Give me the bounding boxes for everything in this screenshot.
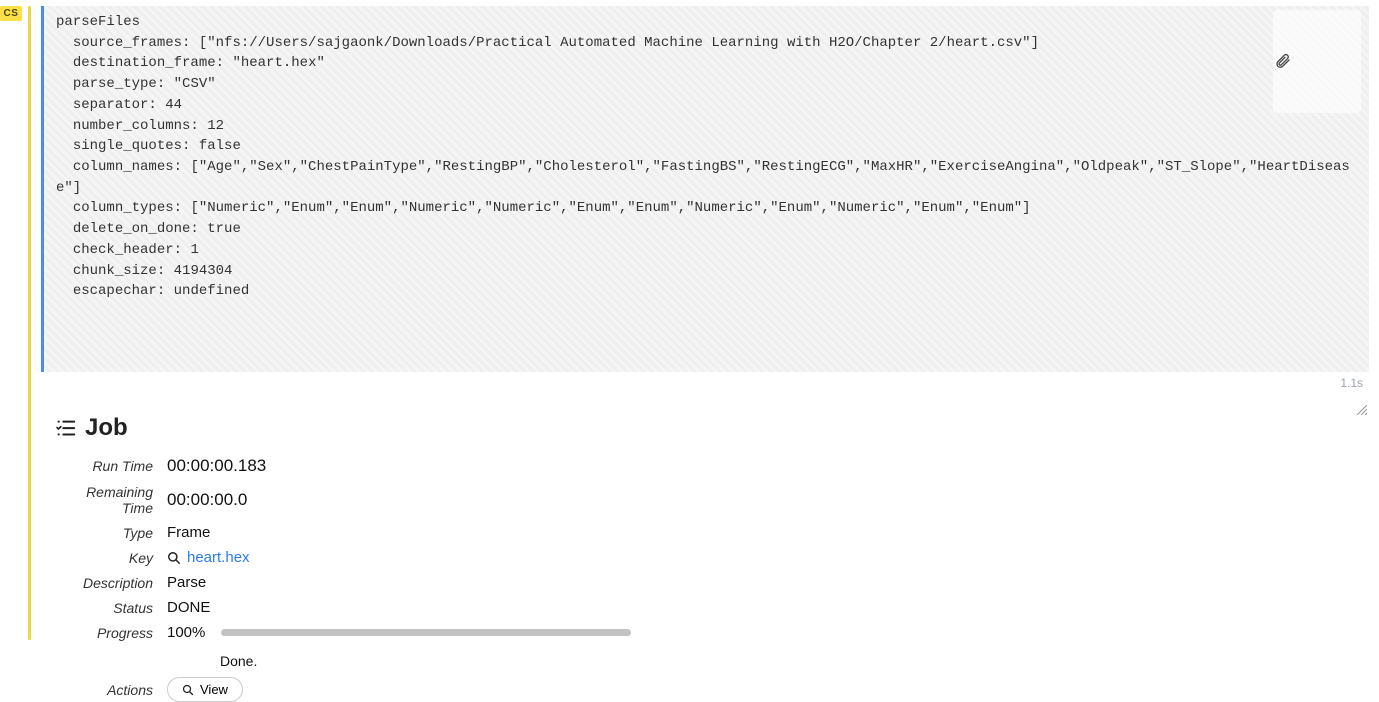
- cell-timing: 1.1s: [41, 376, 1369, 390]
- progress-bar: [221, 629, 631, 636]
- label-remaining-time: Remaining Time: [55, 484, 153, 516]
- cell-tag-column: CS: [0, 6, 22, 640]
- progress-bar-fill: [221, 629, 631, 636]
- value-actions: View: [167, 677, 1369, 702]
- value-progress-msg: Done.: [167, 649, 1369, 669]
- code-cell-wrap: parseFiles source_frames: ["nfs://Users/…: [41, 6, 1369, 372]
- value-description: Parse: [167, 574, 1369, 591]
- code-escapechar: undefined: [174, 283, 250, 299]
- page: CS parseFiles source_frames: ["nfs://Use…: [0, 0, 1379, 640]
- label-key: Key: [55, 550, 153, 566]
- value-status: DONE: [167, 599, 1369, 616]
- label-status: Status: [55, 600, 153, 616]
- code-delete-on-done: true: [207, 221, 241, 237]
- label-actions: Actions: [55, 682, 153, 698]
- code-source-frames: ["nfs://Users/sajgaonk/Downloads/Practic…: [199, 35, 1039, 51]
- value-run-time: 00:00:00.183: [167, 456, 1369, 476]
- code-fn: parseFiles: [56, 14, 140, 30]
- code-chunk-size: 4194304: [174, 263, 233, 279]
- job-section: Job Run Time 00:00:00.183 Remaining Time…: [41, 414, 1369, 702]
- job-kv-grid: Run Time 00:00:00.183 Remaining Time 00:…: [55, 456, 1369, 702]
- code-cell[interactable]: parseFiles source_frames: ["nfs://Users/…: [44, 6, 1369, 372]
- resize-handle-icon[interactable]: [1357, 360, 1367, 370]
- code-parse-type: "CSV": [174, 76, 216, 92]
- label-run-time: Run Time: [55, 458, 153, 474]
- code-column-types: ["Numeric","Enum","Enum","Numeric","Nume…: [190, 200, 1030, 216]
- key-link[interactable]: heart.hex: [187, 549, 250, 566]
- code-destination-frame: "heart.hex": [232, 55, 324, 71]
- progress-message: Done.: [220, 653, 257, 669]
- job-title: Job: [85, 414, 128, 442]
- cell-left-rule: [28, 6, 31, 640]
- value-key: heart.hex: [167, 549, 1369, 566]
- code-check-header: 1: [190, 242, 198, 258]
- code-single-quotes: false: [199, 138, 241, 154]
- progress-pct: 100%: [167, 624, 205, 641]
- value-remaining-time: 00:00:00.0: [167, 490, 1369, 510]
- code-separator: 44: [165, 97, 182, 113]
- content-area: parseFiles source_frames: ["nfs://Users/…: [41, 6, 1379, 640]
- view-button[interactable]: View: [167, 677, 243, 702]
- search-icon: [182, 684, 194, 696]
- paperclip-icon[interactable]: [1273, 10, 1361, 113]
- search-icon: [167, 551, 181, 565]
- label-type: Type: [55, 525, 153, 541]
- cell-tag: CS: [0, 6, 22, 21]
- code-column-names: ["Age","Sex","ChestPainType","RestingBP"…: [56, 159, 1350, 196]
- code-number-columns: 12: [207, 118, 224, 134]
- view-button-label: View: [200, 682, 228, 697]
- label-progress: Progress: [55, 625, 153, 641]
- value-progress: 100%: [167, 624, 1369, 641]
- tasks-icon: [55, 417, 77, 439]
- value-type: Frame: [167, 524, 1369, 541]
- label-description: Description: [55, 575, 153, 591]
- job-header: Job: [55, 414, 1369, 442]
